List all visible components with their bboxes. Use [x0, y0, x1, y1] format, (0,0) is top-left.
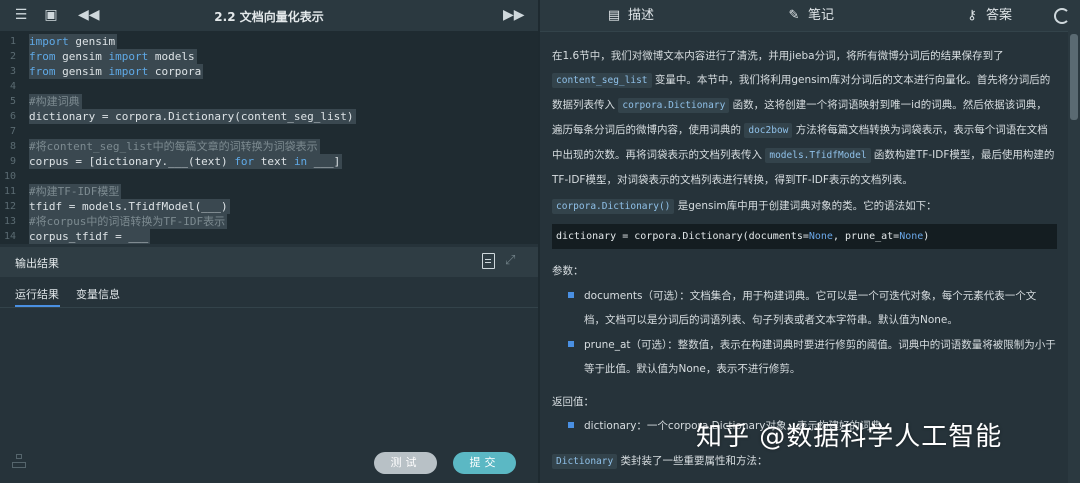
- description-panel: ▤ 描述 ✎ 笔记 ⚷ 答案 在1.6节中，我们对微博文本内容进行了清洗，并用jieb…: [540, 0, 1080, 483]
- submit-button[interactable]: 提交: [453, 452, 516, 474]
- code-text[interactable]: corpus = [dictionary.___(text) for text …: [29, 154, 343, 169]
- line-number: 2: [9, 51, 16, 62]
- right-tabs: ▤ 描述 ✎ 笔记 ⚷ 答案: [540, 0, 1080, 32]
- code-panel: ☰ ▣ ◀◀ 2.2 文档向量化表示 ▶▶ 1 import gensim 2 fro…: [0, 0, 538, 483]
- code-text[interactable]: dictionary = corpora.Dictionary(content_…: [29, 109, 356, 124]
- bullet: [568, 422, 574, 428]
- code-text[interactable]: import gensim: [29, 34, 118, 49]
- code-line[interactable]: 1 import gensim: [0, 34, 538, 49]
- code-block: dictionary = corpora.Dictionary(document…: [552, 224, 1057, 249]
- line-number: 9: [9, 156, 16, 167]
- code-text[interactable]: corpus_tfidf = ___: [29, 229, 151, 244]
- text: 在1.6节中，我们对微博文本内容进行了清洗，并用jieba分词，将所有微博分词后…: [552, 50, 1004, 62]
- code-text[interactable]: from gensim import models: [29, 49, 197, 64]
- code-line[interactable]: 13 #将corpus中的词语转换为TF-IDF表示: [0, 214, 538, 229]
- code-line[interactable]: 2 from gensim import models: [0, 49, 538, 64]
- code-text: ): [923, 231, 930, 242]
- editor-toolbar: ☰ ▣ ◀◀ 2.2 文档向量化表示 ▶▶: [0, 0, 538, 31]
- bullet: [568, 292, 574, 298]
- code-text[interactable]: tfidf = models.TfidfModel(___): [29, 199, 230, 214]
- line-number: 7: [9, 126, 16, 137]
- code-line[interactable]: 14 corpus_tfidf = ___: [0, 229, 538, 244]
- watermark: 知乎 @数据科学人工智能: [696, 422, 1003, 452]
- inline-code: corpora.Dictionary: [618, 98, 730, 113]
- tab-describe[interactable]: ▤ 描述: [606, 0, 654, 32]
- intro-paragraph: 在1.6节中，我们对微博文本内容进行了清洗，并用jieba分词，将所有微博分词后…: [552, 44, 1057, 192]
- text: 是gensim库中用于创建词典对象的类。它的语法如下：: [677, 200, 937, 212]
- line-number: 5: [9, 96, 16, 107]
- code-editor[interactable]: 1 import gensim 2 from gensim import models…: [0, 31, 538, 244]
- tab-answer[interactable]: ⚷ 答案: [964, 0, 1012, 32]
- scrollbar-thumb[interactable]: [1070, 34, 1078, 120]
- book-icon: ▤: [607, 8, 621, 23]
- refresh-icon[interactable]: [1054, 8, 1070, 24]
- inline-code: doc2bow: [744, 123, 793, 138]
- inline-code: corpora.Dictionary(): [552, 199, 675, 214]
- code-text: dictionary = corpora.Dictionary(document…: [556, 231, 809, 242]
- line-number: 11: [3, 186, 16, 197]
- expand-icon[interactable]: ⤢: [505, 254, 515, 268]
- code-line[interactable]: 11 #构建TF-IDF模型: [0, 184, 538, 199]
- line-number: 4: [9, 81, 16, 92]
- code-keyword: None: [899, 231, 924, 242]
- tab-answer-label: 答案: [986, 8, 1013, 23]
- tab-notes[interactable]: ✎ 笔记: [786, 0, 834, 32]
- tab-describe-label: 描述: [628, 8, 655, 23]
- test-button[interactable]: 测试: [374, 452, 437, 474]
- line-number: 8: [9, 141, 16, 152]
- inline-code: models.TfidfModel: [765, 148, 871, 163]
- code-text[interactable]: #将corpus中的词语转换为TF-IDF表示: [29, 214, 228, 229]
- code-line[interactable]: 5 #构建词典: [0, 94, 538, 109]
- file-icon[interactable]: [482, 253, 495, 269]
- code-line[interactable]: 10: [0, 169, 538, 184]
- line-number: 3: [9, 66, 16, 77]
- code-line[interactable]: 8 #将content_seg_list中的每篇文章的词转换为词袋表示: [0, 139, 538, 154]
- code-text[interactable]: #将content_seg_list中的每篇文章的词转换为词袋表示: [29, 139, 320, 154]
- tab-variables[interactable]: 变量信息: [76, 286, 120, 302]
- code-line[interactable]: 9 corpus = [dictionary.___(text) for text…: [0, 154, 538, 169]
- line-number: 10: [3, 171, 16, 182]
- text: 类封装了一些重要属性和方法：: [620, 455, 768, 467]
- code-line[interactable]: 3 from gensim import corpora: [0, 64, 538, 79]
- code-text[interactable]: #构建TF-IDF模型: [29, 184, 122, 199]
- fast-forward-icon[interactable]: ▶▶: [503, 6, 525, 24]
- code-line[interactable]: 12 tfidf = models.TfidfModel(___): [0, 199, 538, 214]
- code-text[interactable]: from gensim import corpora: [29, 64, 204, 79]
- line-number: 13: [3, 216, 16, 227]
- key-icon: ⚷: [967, 8, 977, 23]
- tab-run-result[interactable]: 运行结果: [15, 286, 59, 302]
- divider: [0, 307, 538, 308]
- bullet: [568, 341, 574, 347]
- file-title: 2.2 文档向量化表示: [214, 10, 324, 24]
- line-number: 12: [3, 201, 16, 212]
- inline-code: content_seg_list: [552, 73, 652, 88]
- code-line[interactable]: 4: [0, 79, 538, 94]
- code-line[interactable]: 6 dictionary = corpora.Dictionary(content…: [0, 109, 538, 124]
- param-documents: documents（可选）：文档集合，用于构建词典。它可以是一个可迭代对象，每个…: [584, 290, 1037, 326]
- output-header: 输出结果 ⤢: [0, 247, 538, 277]
- line-number: 14: [3, 231, 16, 242]
- edit-icon: ✎: [788, 8, 800, 23]
- line-number: 6: [9, 111, 16, 122]
- params-label: 参数：: [552, 265, 584, 277]
- output-title: 输出结果: [15, 257, 59, 270]
- returns-label: 返回值：: [552, 396, 594, 408]
- code-text: , prune_at=: [832, 231, 900, 242]
- line-number: 1: [9, 36, 16, 47]
- output-body: 运行结果 变量信息 测试 提交: [0, 277, 538, 483]
- param-prune-at: prune_at（可选）：整数值，表示在构建词典时要进行修剪的阈值。词典中的词语…: [584, 339, 1056, 375]
- code-text[interactable]: #构建词典: [29, 94, 82, 109]
- tab-notes-label: 笔记: [808, 8, 835, 23]
- inline-code: Dictionary: [552, 454, 618, 469]
- dictionary-intro: corpora.Dictionary() 是gensim库中用于创建词典对象的类…: [552, 194, 1057, 219]
- hierarchy-icon[interactable]: [12, 454, 26, 468]
- code-line[interactable]: 7: [0, 124, 538, 139]
- code-keyword: None: [808, 231, 833, 242]
